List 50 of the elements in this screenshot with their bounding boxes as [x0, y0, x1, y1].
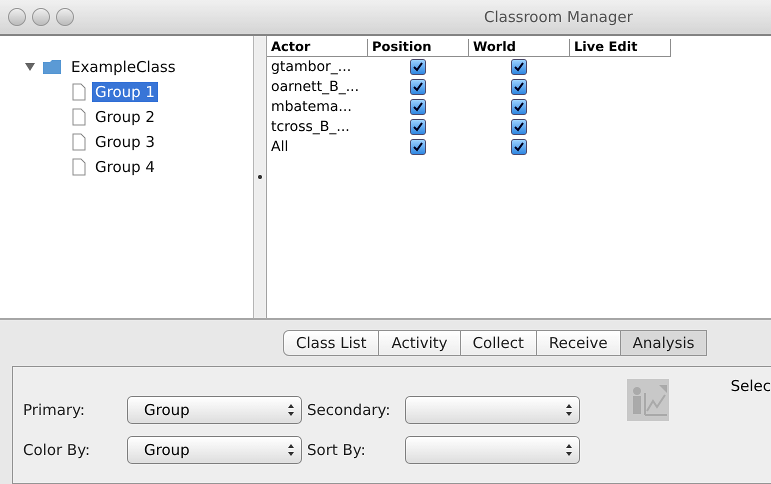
checkbox[interactable] [410, 79, 426, 96]
table-cell-text: oarnett_B_... [270, 78, 360, 97]
table-cell-text: tcross_B_... [270, 118, 351, 137]
window-title: Classroom Manager [484, 8, 633, 26]
field-label: Sort By: [307, 441, 367, 459]
triangle-icon[interactable] [24, 62, 36, 72]
column-header[interactable]: Live Edit [570, 39, 670, 56]
document-icon [72, 158, 86, 176]
dropdown[interactable] [405, 396, 580, 424]
tab[interactable]: Receive [536, 330, 621, 356]
checkbox[interactable] [511, 99, 527, 116]
stepper-icon [287, 403, 295, 417]
checkbox[interactable] [410, 99, 426, 116]
dropdown[interactable]: Group [127, 436, 302, 464]
tree-item[interactable]: Group 3 [92, 132, 158, 152]
tab[interactable]: Activity [379, 330, 461, 356]
table-cell-text: All [270, 138, 290, 157]
splitter-handle-icon[interactable] [258, 175, 262, 179]
tree-item[interactable]: Group 2 [92, 106, 158, 126]
stepper-icon [287, 443, 295, 457]
checkbox[interactable] [511, 79, 527, 96]
folder-icon [42, 58, 62, 74]
tab[interactable]: Collect [460, 330, 537, 356]
field-label: Color By: [23, 441, 92, 459]
document-icon [72, 132, 86, 150]
tree-item[interactable]: Group 1 [92, 82, 158, 102]
document-icon [72, 108, 86, 126]
tab[interactable]: Class List [283, 330, 380, 356]
checkbox[interactable] [410, 59, 426, 76]
document-icon [72, 82, 86, 100]
dropdown[interactable]: Group [127, 396, 302, 424]
column-header[interactable]: World [468, 39, 570, 56]
tree-item[interactable]: Group 4 [92, 156, 158, 176]
checkbox[interactable] [511, 139, 527, 156]
stepper-icon [565, 443, 573, 457]
section-label: Selec [730, 377, 771, 395]
checkbox[interactable] [410, 119, 426, 136]
table-cell: gtambor_... [267, 56, 368, 77]
checkbox[interactable] [410, 139, 426, 156]
tree-item[interactable]: ExampleClass [68, 56, 179, 76]
tab[interactable]: Analysis [620, 330, 708, 356]
checkbox[interactable] [511, 119, 527, 136]
column-header[interactable]: Position [368, 39, 468, 56]
column-header[interactable]: Actor [267, 39, 368, 56]
checkbox[interactable] [511, 59, 527, 76]
stepper-icon [565, 403, 573, 417]
field-label: Secondary: [307, 401, 392, 419]
field-label: Primary: [23, 401, 86, 419]
table-cell-text: mbatema... [270, 98, 353, 117]
dropdown[interactable] [405, 436, 580, 464]
